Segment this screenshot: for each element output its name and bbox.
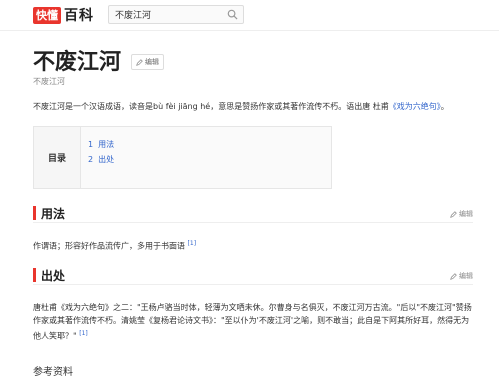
toc-label: 目录 [34, 127, 81, 188]
section-heading-usage: 用法 编辑 [33, 206, 473, 223]
edit-button[interactable]: 编辑 [131, 54, 165, 70]
toc-item-label: 出处 [98, 155, 115, 164]
logo-text: 百科 [64, 8, 94, 24]
citation-link[interactable]: [1] [79, 330, 88, 337]
toc-list: 1 用法 2 出处 [88, 137, 114, 167]
search-box[interactable] [108, 5, 244, 24]
section-edit-button[interactable]: 编辑 [450, 271, 473, 281]
top-header: 快懂 百科 [0, 0, 499, 31]
section-edit-label: 编辑 [459, 210, 473, 218]
page-title: 不废江河 [33, 50, 122, 75]
page-subtitle: 不废江河 [33, 77, 65, 86]
pencil-icon [450, 272, 457, 280]
section-edit-label: 编辑 [459, 272, 473, 280]
toc-item-number: 2 [88, 155, 94, 164]
section-accent-bar [33, 206, 36, 220]
section-body: 唐杜甫《戏为六绝句》之二："王杨卢骆当时体，轻薄为文哂未休。尔曹身与名俱灭，不废… [33, 303, 472, 341]
logo-badge: 快懂 [33, 6, 61, 24]
section-heading-source: 出处 编辑 [33, 268, 473, 285]
toc-item-source[interactable]: 2 出处 [88, 152, 114, 167]
section-edit-button[interactable]: 编辑 [450, 209, 473, 219]
references-heading: 参考资料 [33, 367, 73, 378]
citation-link[interactable]: [1] [188, 240, 197, 247]
site-logo[interactable]: 快懂 百科 [33, 6, 94, 24]
intro-paragraph: 不废江河是一个汉语成语，读音是bù fèi jiāng hé，意思是赞扬作家或其… [33, 101, 473, 113]
title-row: 不废江河 编辑 [33, 44, 165, 76]
section-body: 作谓语；形容好作品流传广，多用于书面语 [33, 241, 185, 251]
section-accent-bar [33, 268, 36, 282]
intro-text: 不废江河是一个汉语成语，读音是bù fèi jiāng hé，意思是赞扬作家或其… [33, 102, 389, 111]
toc-item-label: 用法 [98, 140, 115, 149]
search-input[interactable] [115, 7, 225, 22]
section-title: 用法 [41, 207, 66, 221]
pencil-icon [136, 58, 143, 66]
section-title: 出处 [41, 269, 66, 283]
edit-button-label: 编辑 [145, 58, 160, 66]
intro-text-end: 。 [440, 102, 449, 111]
section-text-usage: 作谓语；形容好作品流传广，多用于书面语 [1] [33, 237, 473, 253]
section-text-source: 唐杜甫《戏为六绝句》之二："王杨卢骆当时体，轻薄为文哂未休。尔曹身与名俱灭，不废… [33, 301, 473, 343]
pencil-icon [450, 210, 457, 218]
intro-book-link[interactable]: 《戏为六绝句》 [389, 102, 441, 111]
toc-item-number: 1 [88, 140, 94, 149]
toc-item-usage[interactable]: 1 用法 [88, 137, 114, 152]
search-icon[interactable] [227, 9, 238, 20]
table-of-contents: 目录 1 用法 2 出处 [33, 126, 332, 189]
